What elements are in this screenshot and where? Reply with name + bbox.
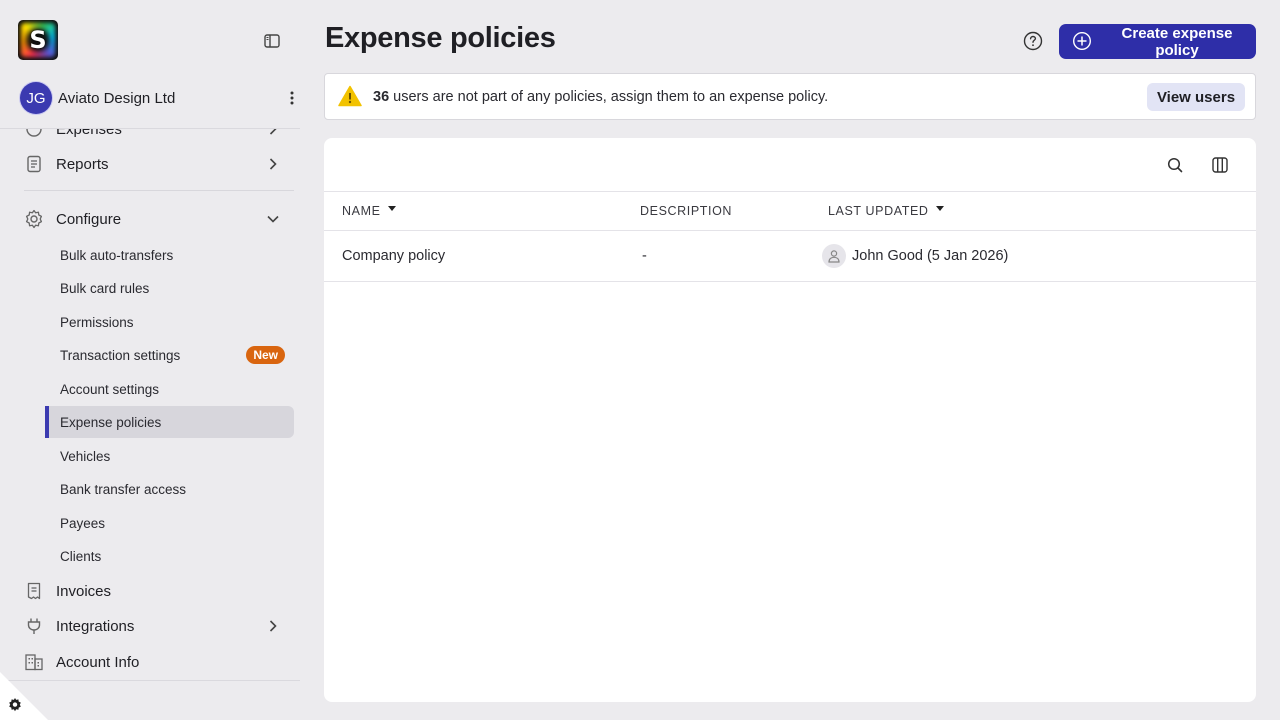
columns-icon[interactable]: [1210, 156, 1230, 174]
table-header: NAME DESCRIPTION LAST UPDATED: [324, 191, 1256, 231]
policy-name: Company policy: [342, 248, 446, 264]
sidebar-collapse-icon[interactable]: [262, 32, 282, 50]
new-badge: New: [246, 346, 285, 364]
chevron-right-icon: [264, 155, 282, 173]
sidebar: S JG Aviato Design Ltd Expenses Reports: [0, 0, 310, 720]
sidebar-nav[interactable]: Expenses Reports Configure Bulk auto-tra…: [0, 128, 300, 681]
main-content: Expense policies Create expense policy 3…: [310, 0, 1280, 720]
org-switcher[interactable]: JG Aviato Design Ltd: [20, 81, 294, 115]
alert-message: 36 users are not part of any policies, a…: [373, 88, 829, 105]
avatar: JG: [20, 82, 52, 114]
sidebar-item-invoices[interactable]: Invoices: [0, 574, 300, 608]
settings-gear-icon[interactable]: [7, 697, 23, 713]
sidebar-item-account-info[interactable]: Account Info: [0, 645, 300, 679]
sidebar-item-reports[interactable]: Reports: [0, 147, 300, 181]
sidebar-item-bulk-auto-transfers[interactable]: Bulk auto-transfers: [45, 239, 294, 271]
org-name: Aviato Design Ltd: [58, 89, 176, 107]
more-vertical-icon[interactable]: [282, 89, 302, 107]
sidebar-item-payees[interactable]: Payees: [45, 507, 294, 539]
nav-divider: [24, 190, 294, 191]
alert-count: 36: [373, 88, 390, 105]
plug-icon: [24, 616, 44, 636]
building-icon: [24, 652, 44, 672]
policy-description: -: [642, 248, 647, 264]
sidebar-item-expenses[interactable]: Expenses: [0, 129, 300, 146]
sort-desc-icon: [935, 205, 944, 211]
sidebar-item-bank-transfer-access[interactable]: Bank transfer access: [45, 473, 294, 505]
plus-circle-icon: [1072, 31, 1092, 51]
chevron-right-icon: [264, 617, 282, 635]
app-logo[interactable]: S: [18, 20, 58, 60]
sidebar-item-integrations[interactable]: Integrations: [0, 609, 300, 643]
warning-icon: [338, 85, 362, 107]
table-row[interactable]: Company policy - John Good (5 Jan 2026): [324, 231, 1256, 282]
reports-icon: [24, 154, 44, 174]
chevron-down-icon: [264, 210, 282, 228]
last-updated: John Good (5 Jan 2026): [852, 248, 1009, 264]
column-header-last-updated[interactable]: LAST UPDATED: [828, 204, 944, 218]
chevron-right-icon: [264, 129, 282, 138]
user-icon: [822, 244, 846, 268]
sidebar-item-bulk-card-rules[interactable]: Bulk card rules: [45, 272, 294, 304]
gear-icon: [24, 209, 44, 229]
create-expense-policy-button[interactable]: Create expense policy: [1059, 24, 1256, 59]
sidebar-item-transaction-settings[interactable]: Transaction settings New: [45, 339, 294, 371]
view-users-button[interactable]: View users: [1147, 83, 1245, 111]
sidebar-item-account-settings[interactable]: Account settings: [45, 373, 294, 405]
unassigned-users-alert: 36 users are not part of any policies, a…: [324, 73, 1256, 120]
sidebar-item-permissions[interactable]: Permissions: [45, 306, 294, 338]
page-title: Expense policies: [325, 22, 556, 54]
search-icon[interactable]: [1165, 156, 1185, 174]
sort-desc-icon: [387, 205, 396, 211]
sidebar-item-expense-policies[interactable]: Expense policies: [45, 406, 294, 438]
sidebar-item-clients[interactable]: Clients: [45, 540, 294, 572]
sidebar-item-vehicles[interactable]: Vehicles: [45, 440, 294, 472]
column-header-description: DESCRIPTION: [640, 204, 733, 218]
policies-table: NAME DESCRIPTION LAST UPDATED Company po…: [324, 138, 1256, 702]
invoice-icon: [24, 581, 44, 601]
sidebar-item-configure[interactable]: Configure: [0, 202, 300, 236]
expenses-icon: [24, 129, 44, 139]
column-header-name[interactable]: NAME: [342, 204, 396, 218]
help-icon[interactable]: [1023, 31, 1043, 51]
